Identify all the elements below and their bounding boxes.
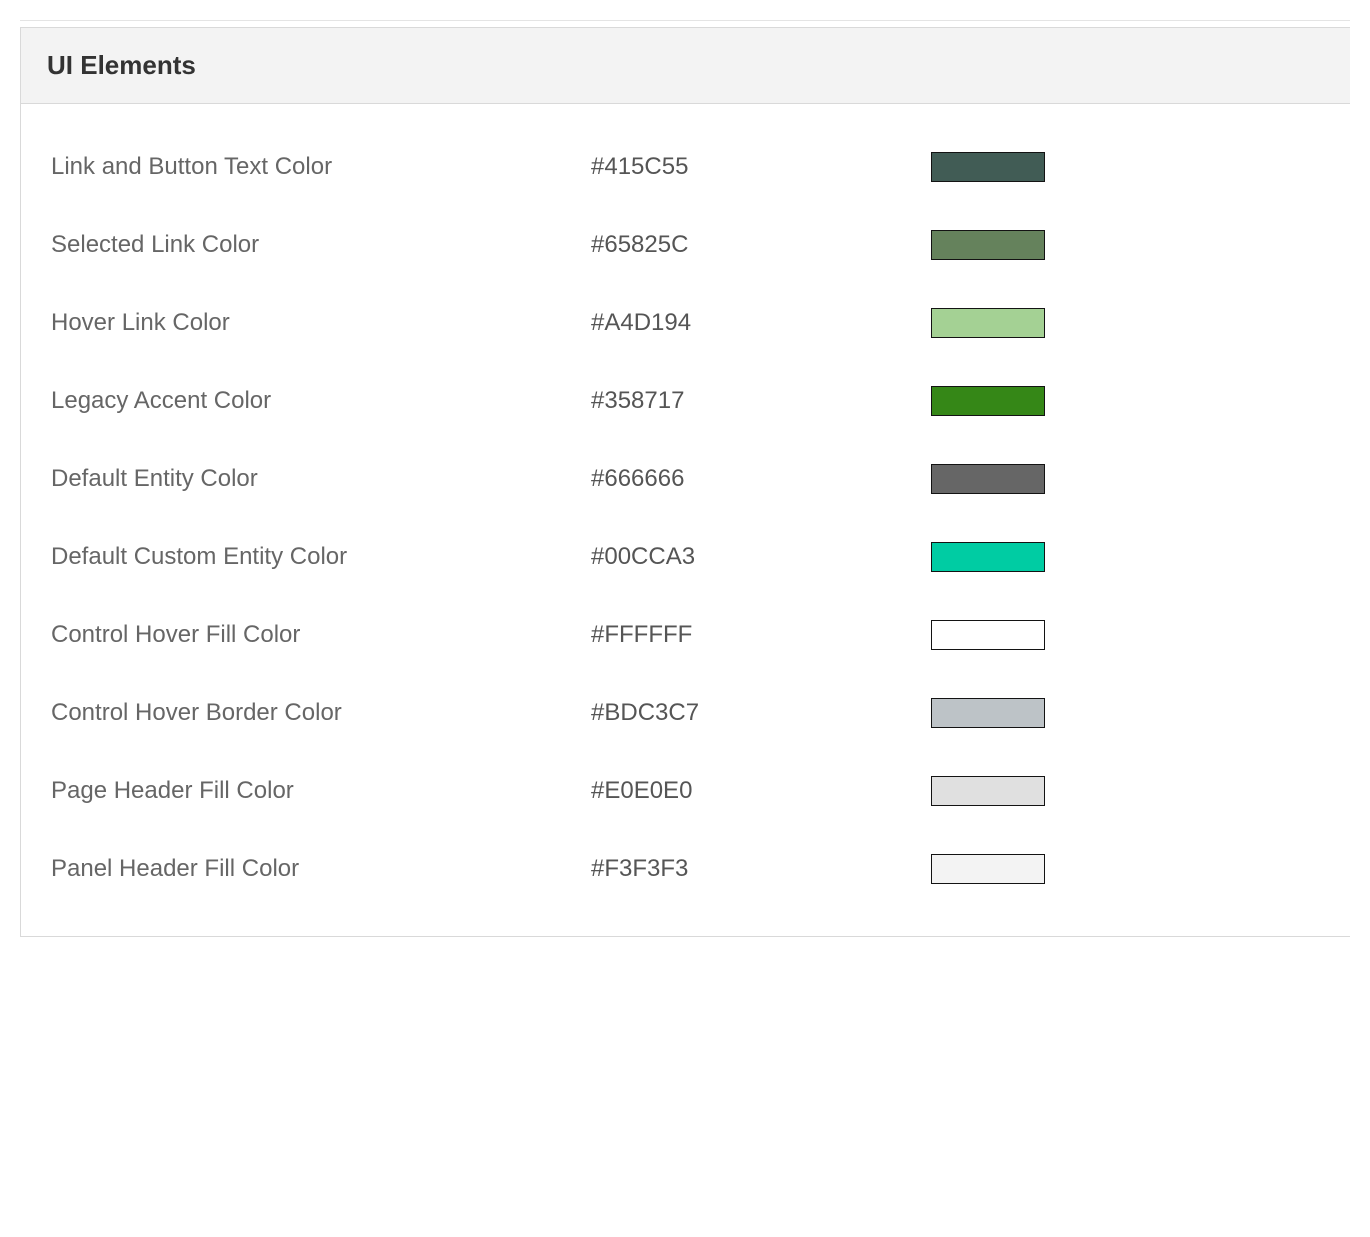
color-swatch[interactable] [931, 230, 1045, 260]
color-label: Default Custom Entity Color [51, 543, 591, 571]
color-row: Default Custom Entity Color#00CCA3 [21, 518, 1350, 596]
color-swatch[interactable] [931, 152, 1045, 182]
color-row: Hover Link Color#A4D194 [21, 284, 1350, 362]
color-label: Panel Header Fill Color [51, 855, 591, 883]
color-value: #BDC3C7 [591, 699, 931, 727]
color-swatch[interactable] [931, 464, 1045, 494]
color-value: #F3F3F3 [591, 855, 931, 883]
color-label: Control Hover Fill Color [51, 621, 591, 649]
color-row: Legacy Accent Color#358717 [21, 362, 1350, 440]
color-value: #FFFFFF [591, 621, 931, 649]
color-label: Legacy Accent Color [51, 387, 591, 415]
color-swatch[interactable] [931, 698, 1045, 728]
ui-elements-panel: UI Elements Link and Button Text Color#4… [20, 27, 1350, 937]
color-label: Control Hover Border Color [51, 699, 591, 727]
color-value: #00CCA3 [591, 543, 931, 571]
color-row: Link and Button Text Color#415C55 [21, 128, 1350, 206]
panel-header: UI Elements [21, 28, 1350, 104]
color-swatch[interactable] [931, 542, 1045, 572]
color-value: #415C55 [591, 153, 931, 181]
color-row: Default Entity Color#666666 [21, 440, 1350, 518]
color-swatch[interactable] [931, 776, 1045, 806]
color-label: Hover Link Color [51, 309, 591, 337]
color-row: Selected Link Color#65825C [21, 206, 1350, 284]
color-swatch[interactable] [931, 308, 1045, 338]
color-label: Page Header Fill Color [51, 777, 591, 805]
color-row: Control Hover Border Color#BDC3C7 [21, 674, 1350, 752]
color-row: Page Header Fill Color#E0E0E0 [21, 752, 1350, 830]
color-value: #A4D194 [591, 309, 931, 337]
color-swatch[interactable] [931, 386, 1045, 416]
color-value: #65825C [591, 231, 931, 259]
panel-title: UI Elements [47, 50, 1324, 81]
top-divider [20, 20, 1350, 21]
color-swatch[interactable] [931, 620, 1045, 650]
color-label: Link and Button Text Color [51, 153, 591, 181]
color-row: Control Hover Fill Color#FFFFFF [21, 596, 1350, 674]
panel-body: Link and Button Text Color#415C55Selecte… [21, 104, 1350, 936]
color-label: Selected Link Color [51, 231, 591, 259]
color-label: Default Entity Color [51, 465, 591, 493]
color-row: Panel Header Fill Color#F3F3F3 [21, 830, 1350, 908]
color-swatch[interactable] [931, 854, 1045, 884]
color-value: #358717 [591, 387, 931, 415]
color-value: #E0E0E0 [591, 777, 931, 805]
color-value: #666666 [591, 465, 931, 493]
